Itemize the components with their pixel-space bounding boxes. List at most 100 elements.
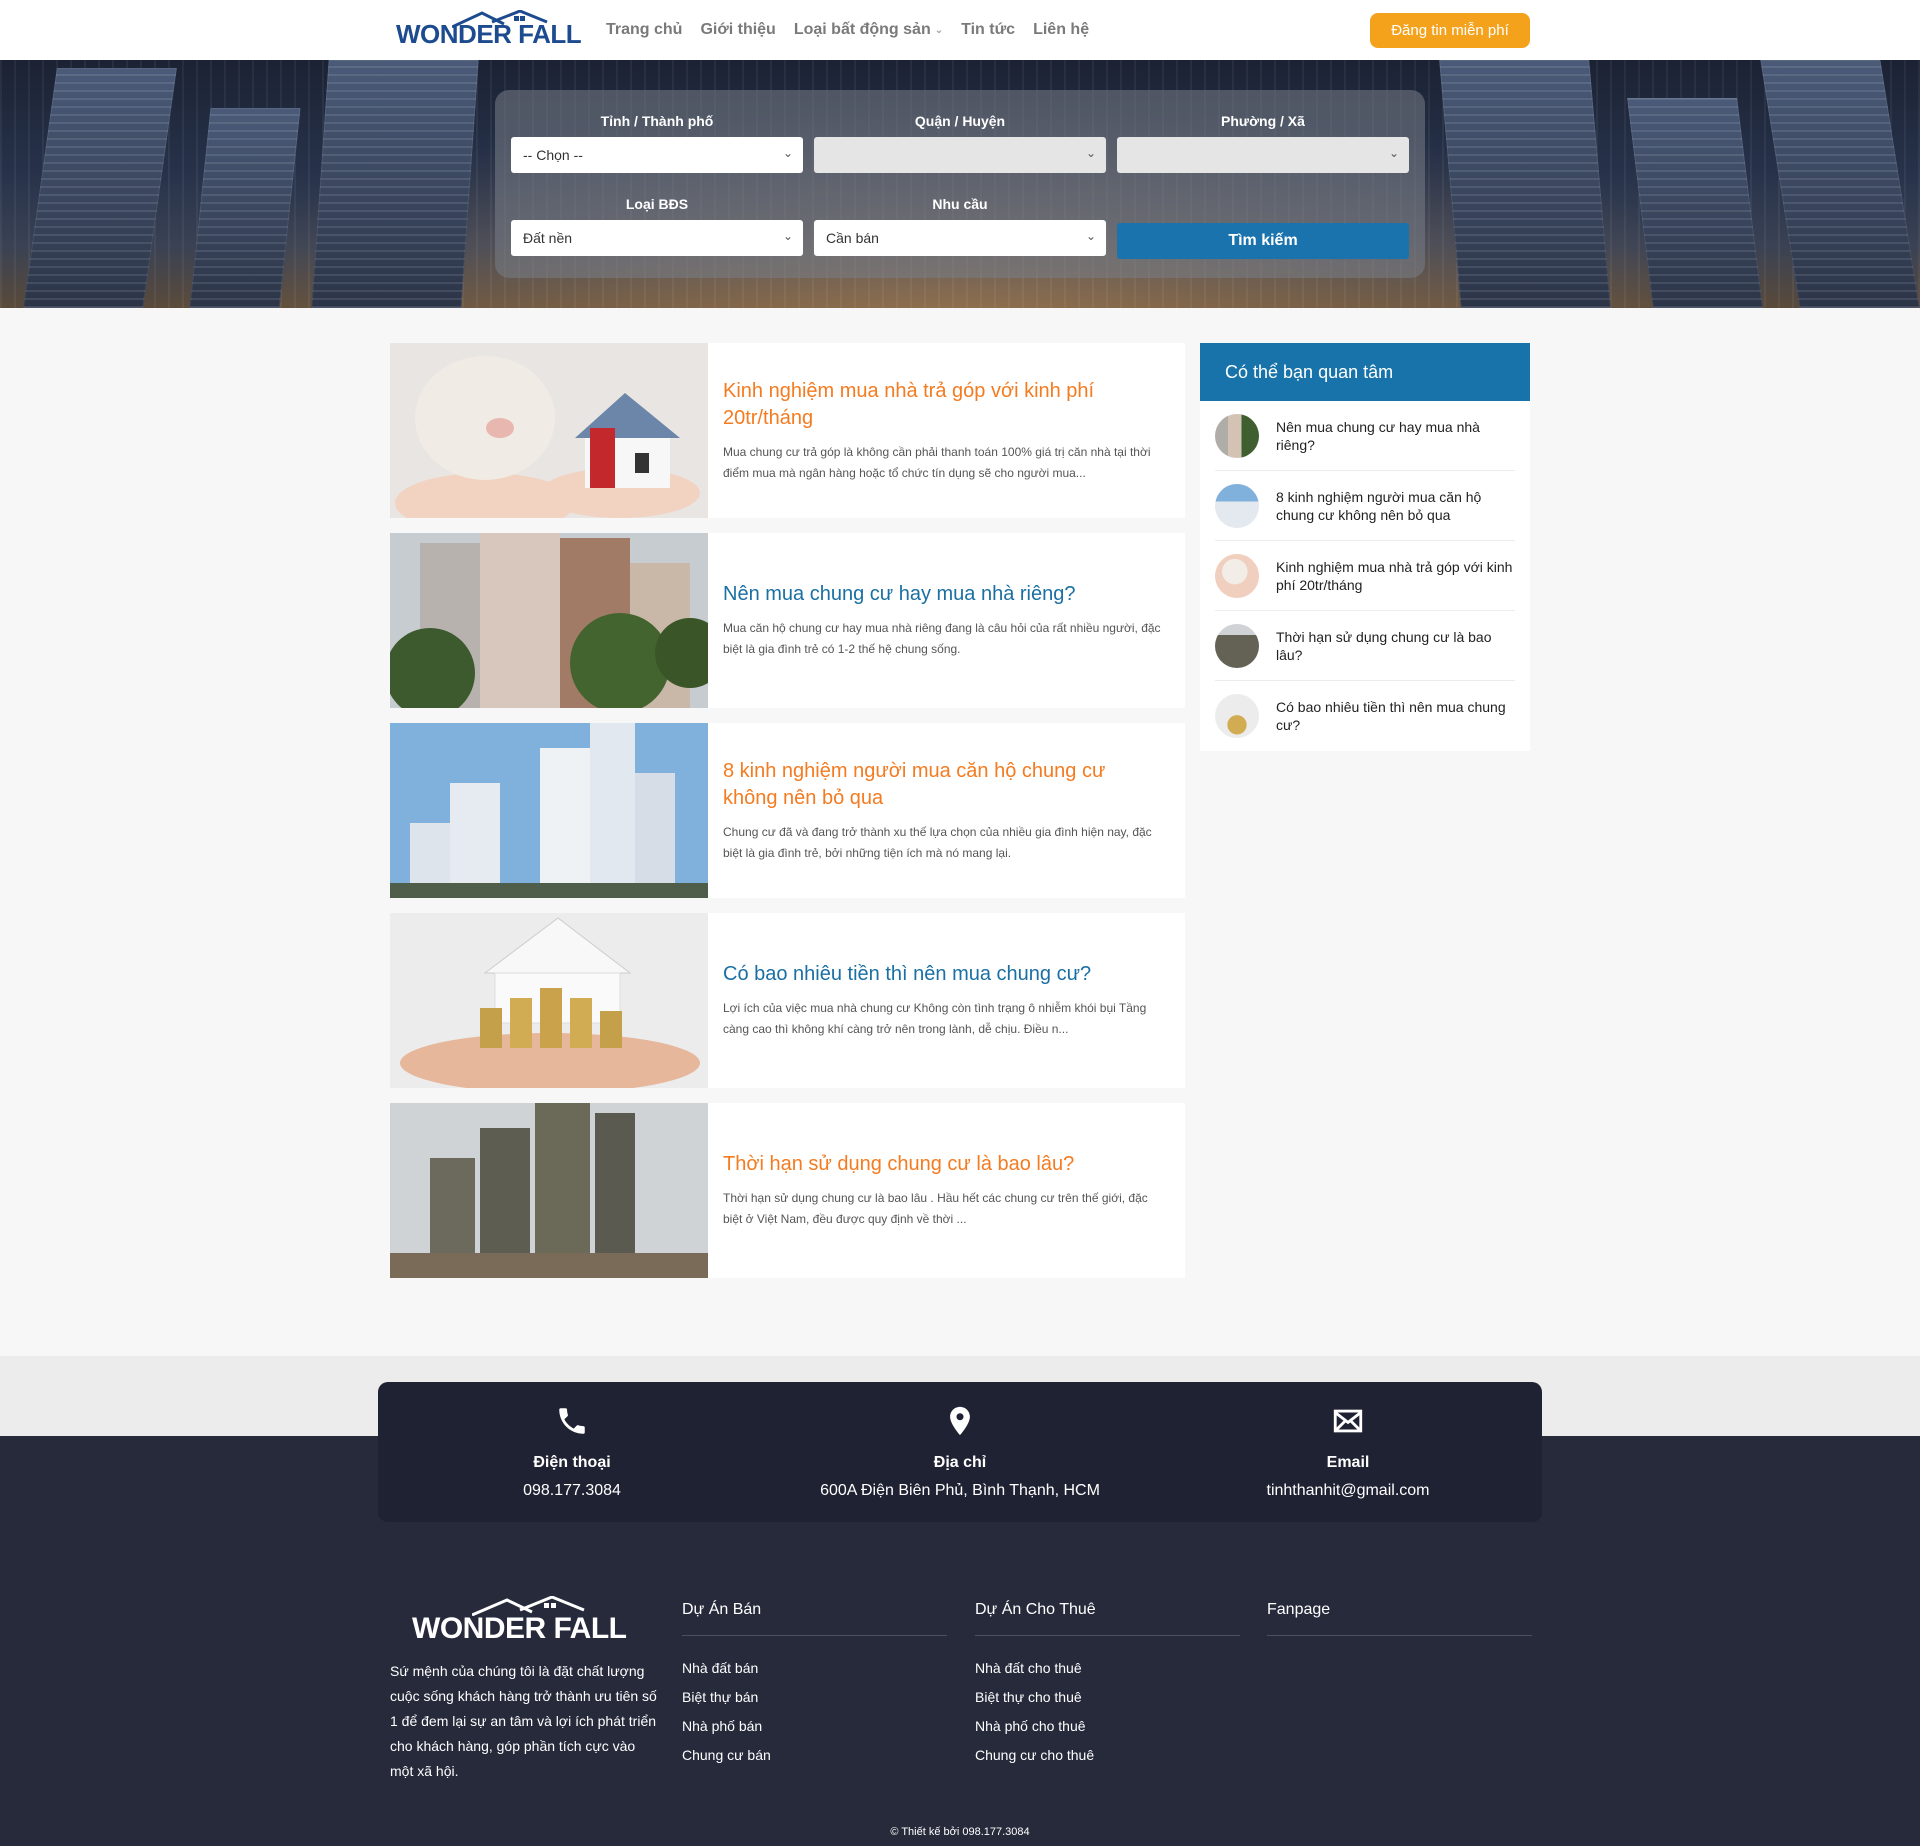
need-field: Nhu cầu Cần bán ⌄: [814, 196, 1106, 256]
ward-field: Phường / Xã ⌄: [1117, 113, 1409, 173]
property-type-value: Đất nền: [523, 230, 573, 246]
post-title[interactable]: Có bao nhiêu tiền thì nên mua chung cư?: [723, 961, 1165, 988]
post-card[interactable]: 8 kinh nghiệm người mua căn hộ chung cư …: [390, 723, 1185, 898]
main-nav: Trang chủ Giới thiệu Loại bất động sản ⌄…: [606, 0, 1089, 60]
need-label: Nhu cầu: [932, 196, 988, 212]
post-excerpt: Mua chung cư trả góp là không cần phải t…: [723, 444, 1151, 480]
copyright: © Thiết kế bởi 098.177.3084: [890, 1826, 1030, 1838]
post-excerpt: Thời hạn sử dụng chung cư là bao lâu . H…: [723, 1191, 1148, 1226]
post-body: Thời hạn sử dụng chung cư là bao lâu? Th…: [723, 1103, 1165, 1278]
footer-logo[interactable]: WONDER FALL: [412, 1596, 632, 1646]
chevron-down-icon: ⌄: [1085, 146, 1096, 160]
post-card[interactable]: Nên mua chung cư hay mua nhà riêng? Mua …: [390, 533, 1185, 708]
footer-col-fanpage: Fanpage: [1267, 1601, 1532, 1636]
phone-label: Điện thoại: [533, 1454, 611, 1471]
map-pin-icon: [950, 1406, 970, 1436]
post-title[interactable]: Nên mua chung cư hay mua nhà riêng?: [723, 581, 1165, 608]
post-body: Có bao nhiêu tiền thì nên mua chung cư? …: [723, 913, 1165, 1088]
related-thumbnail: [1215, 413, 1259, 458]
nav-home[interactable]: Trang chủ: [606, 21, 682, 39]
post-image-old-towers[interactable]: [390, 1103, 708, 1278]
province-select[interactable]: -- Chọn -- ⌄: [511, 137, 803, 173]
related-item[interactable]: 8 kinh nghiệm người mua căn hộ chung cư …: [1215, 471, 1515, 541]
related-item[interactable]: Kinh nghiệm mua nhà trả góp với kinh phí…: [1215, 541, 1515, 611]
building-image: [1627, 98, 1763, 308]
footer-logo-text: WONDER FALL: [412, 1612, 627, 1645]
building-image: [23, 68, 177, 308]
need-select[interactable]: Cần bán ⌄: [814, 220, 1106, 256]
building-image: [1439, 60, 1611, 308]
post-excerpt: Chung cư đã và đang trở thành xu thế lựa…: [723, 824, 1152, 860]
chevron-down-icon: ⌄: [782, 229, 793, 243]
hero-banner: Tỉnh / Thành phố -- Chọn -- ⌄ Quận / Huy…: [0, 60, 1920, 308]
post-body: Nên mua chung cư hay mua nhà riêng? Mua …: [723, 533, 1165, 708]
province-field: Tỉnh / Thành phố -- Chọn -- ⌄: [511, 113, 803, 173]
footer-col-title: Fanpage: [1267, 1601, 1532, 1636]
nav-contact[interactable]: Liên hệ: [1033, 21, 1089, 39]
header-inner: WONDER FALL Trang chủ Giới thiệu Loại bấ…: [390, 0, 1530, 60]
chevron-down-icon: ⌄: [1388, 146, 1399, 160]
post-image-apartments[interactable]: [390, 533, 708, 708]
post-title[interactable]: 8 kinh nghiệm người mua căn hộ chung cư …: [723, 758, 1165, 812]
related-item[interactable]: Có bao nhiêu tiền thì nên mua chung cư?: [1215, 681, 1515, 751]
footer-link[interactable]: Chung cư cho thuê: [975, 1741, 1240, 1770]
chevron-down-icon: ⌄: [934, 24, 944, 36]
logo-text: WONDER FALL: [396, 19, 582, 49]
district-field: Quận / Huyện ⌄: [814, 113, 1106, 173]
nav-about[interactable]: Giới thiệu: [700, 21, 775, 39]
contact-card: Điện thoại 098.177.3084 Địa chỉ 600A Điệ…: [378, 1382, 1542, 1522]
related-thumbnail: [1215, 483, 1259, 528]
property-type-field: Loại BĐS Đất nền ⌄: [511, 196, 803, 256]
post-card[interactable]: Thời hạn sử dụng chung cư là bao lâu? Th…: [390, 1103, 1185, 1278]
footer-link[interactable]: Biệt thự cho thuê: [975, 1683, 1240, 1712]
phone-icon: [559, 1408, 585, 1434]
footer-link[interactable]: Nhà phố cho thuê: [975, 1712, 1240, 1741]
post-excerpt: Lợi ích của việc mua nhà chung cư Không …: [723, 1001, 1147, 1036]
footer-col-title: Dự Án Bán: [682, 1601, 947, 1636]
related-thumbnail: [1215, 623, 1259, 668]
contact-email: Email tinhthanhit@gmail.com: [1154, 1382, 1542, 1522]
property-type-select[interactable]: Đất nền ⌄: [511, 220, 803, 256]
post-body: Kinh nghiệm mua nhà trả góp với kinh phí…: [723, 343, 1165, 518]
post-title[interactable]: Thời hạn sử dụng chung cư là bao lâu?: [723, 1151, 1165, 1178]
site-header: WONDER FALL Trang chủ Giới thiệu Loại bấ…: [0, 0, 1920, 60]
post-image-piggy-bank[interactable]: [390, 343, 708, 518]
post-card[interactable]: Có bao nhiêu tiền thì nên mua chung cư? …: [390, 913, 1185, 1088]
related-item[interactable]: Thời hạn sử dụng chung cư là bao lâu?: [1215, 611, 1515, 681]
address-label: Địa chỉ: [933, 1454, 987, 1471]
property-type-label: Loại BĐS: [625, 196, 689, 212]
district-label: Quận / Huyện: [914, 113, 1006, 129]
province-value: -- Chọn --: [523, 147, 583, 163]
contact-address: Địa chỉ 600A Điện Biên Phủ, Bình Thạnh, …: [766, 1382, 1154, 1522]
post-image-apartment-towers[interactable]: [390, 723, 708, 898]
post-image-coins-house[interactable]: [390, 913, 708, 1088]
nav-news[interactable]: Tin tức: [961, 21, 1015, 39]
need-value: Cần bán: [826, 230, 879, 246]
footer-links: Nhà đất bán Biệt thự bán Nhà phố bán Chu…: [682, 1654, 947, 1770]
district-select[interactable]: ⌄: [814, 137, 1106, 173]
email-label: Email: [1326, 1454, 1370, 1471]
footer-link[interactable]: Nhà đất bán: [682, 1654, 947, 1683]
related-title: Nên mua chung cư hay mua nhà riêng?: [1276, 418, 1480, 453]
footer-link[interactable]: Chung cư bán: [682, 1741, 947, 1770]
site-logo[interactable]: WONDER FALL: [396, 10, 582, 52]
footer-link[interactable]: Biệt thự bán: [682, 1683, 947, 1712]
building-image: [189, 108, 301, 308]
nav-property-types[interactable]: Loại bất động sản ⌄: [794, 21, 943, 39]
footer-link[interactable]: Nhà phố bán: [682, 1712, 947, 1741]
related-thumbnail: [1215, 553, 1259, 598]
ward-select[interactable]: ⌄: [1117, 137, 1409, 173]
post-title[interactable]: Kinh nghiệm mua nhà trả góp với kinh phí…: [723, 378, 1165, 432]
footer-link[interactable]: Nhà đất cho thuê: [975, 1654, 1240, 1683]
related-title: Thời hạn sử dụng chung cư là bao lâu?: [1276, 628, 1492, 663]
search-button[interactable]: Tìm kiếm: [1117, 223, 1409, 259]
footer-about: Sứ mệnh của chúng tôi là đặt chất lượng …: [390, 1663, 657, 1779]
related-item[interactable]: Nên mua chung cư hay mua nhà riêng?: [1215, 401, 1515, 471]
related-list: Nên mua chung cư hay mua nhà riêng? 8 ki…: [1200, 401, 1530, 751]
phone-value[interactable]: 098.177.3084: [378, 1482, 766, 1500]
post-free-button[interactable]: Đăng tin miễn phí: [1370, 13, 1530, 48]
post-card[interactable]: Kinh nghiệm mua nhà trả góp với kinh phí…: [390, 343, 1185, 518]
nav-property-types-label: Loại bất động sản: [793, 21, 931, 38]
related-title: Kinh nghiệm mua nhà trả góp với kinh phí…: [1276, 558, 1513, 593]
email-value[interactable]: tinhthanhit@gmail.com: [1154, 1482, 1542, 1500]
